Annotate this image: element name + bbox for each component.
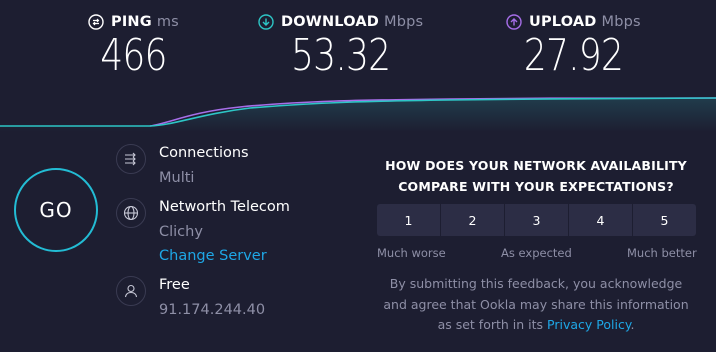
speed-graph [0, 97, 716, 132]
survey-question: HOW DOES YOUR NETWORK AVAILABILITY COMPA… [376, 155, 696, 197]
connections-title: Connections [159, 145, 249, 161]
download-icon [258, 14, 274, 30]
isp-info: Free 91.174.244.40 [116, 273, 265, 322]
server-name: Networth Telecom [159, 199, 290, 215]
scale-high-label: Much better [627, 246, 697, 260]
globe-icon [123, 205, 139, 221]
connections-icon-circle [116, 144, 146, 174]
connections-info: Connections Multi [116, 141, 249, 190]
rating-option-2[interactable]: 2 [441, 204, 504, 236]
connections-value: Multi [159, 169, 195, 186]
rating-option-3[interactable]: 3 [505, 204, 568, 236]
download-label: DOWNLOAD [281, 14, 380, 30]
upload-unit: Mbps [601, 14, 641, 30]
survey-question-line1: HOW DOES YOUR NETWORK AVAILABILITY [385, 158, 687, 173]
consent-text: By submitting this feedback, you acknowl… [376, 274, 696, 336]
server-info: Networth Telecom Clichy Change Server [116, 195, 290, 269]
consent-line1: By submitting this feedback, you acknowl… [389, 276, 683, 291]
upload-metric: UPLOAD Mbps 27.92 [506, 14, 641, 80]
isp-ip: 91.174.244.40 [159, 301, 266, 318]
go-button[interactable]: GO [14, 168, 98, 252]
ping-value: 466 [100, 30, 167, 81]
upload-header: UPLOAD Mbps [506, 14, 641, 30]
download-value: 53.32 [291, 30, 391, 81]
download-unit: Mbps [384, 14, 424, 30]
download-metric: DOWNLOAD Mbps 53.32 [258, 14, 423, 80]
rating-option-5[interactable]: 5 [633, 204, 696, 236]
server-location: Clichy [159, 223, 203, 240]
consent-line2: and agree that Ookla may share this info… [383, 296, 689, 312]
consent-end: . [630, 317, 635, 332]
scale-mid-label: As expected [501, 246, 572, 260]
isp-icon-circle [116, 276, 146, 306]
privacy-policy-link[interactable]: Privacy Policy [547, 317, 630, 332]
upload-label: UPLOAD [529, 14, 597, 30]
scale-low-label: Much worse [377, 246, 446, 260]
consent-line3: as set forth in its Privacy Policy. [376, 315, 696, 336]
ping-header: PING ms [88, 14, 179, 30]
go-label: GO [39, 198, 73, 222]
consent-line3-text: as set forth in its [437, 317, 544, 332]
survey-question-line2: COMPARE WITH YOUR EXPECTATIONS? [398, 179, 674, 194]
upload-icon [506, 14, 522, 30]
connections-icon [125, 152, 136, 166]
isp-name: Free [159, 277, 190, 293]
server-icon-circle [116, 198, 146, 228]
ping-label: PING [111, 14, 152, 30]
download-area [0, 98, 716, 132]
rating-option-4[interactable]: 4 [569, 204, 632, 236]
download-header: DOWNLOAD Mbps [258, 14, 423, 30]
change-server-link[interactable]: Change Server [159, 244, 290, 269]
rating-option-1[interactable]: 1 [377, 204, 440, 236]
ping-icon [88, 14, 104, 30]
rating-options: 1 2 3 4 5 [377, 204, 696, 236]
ping-unit: ms [156, 14, 179, 30]
upload-value: 27.92 [523, 30, 624, 81]
ping-metric: PING ms 466 [88, 14, 179, 80]
user-icon [124, 284, 138, 298]
